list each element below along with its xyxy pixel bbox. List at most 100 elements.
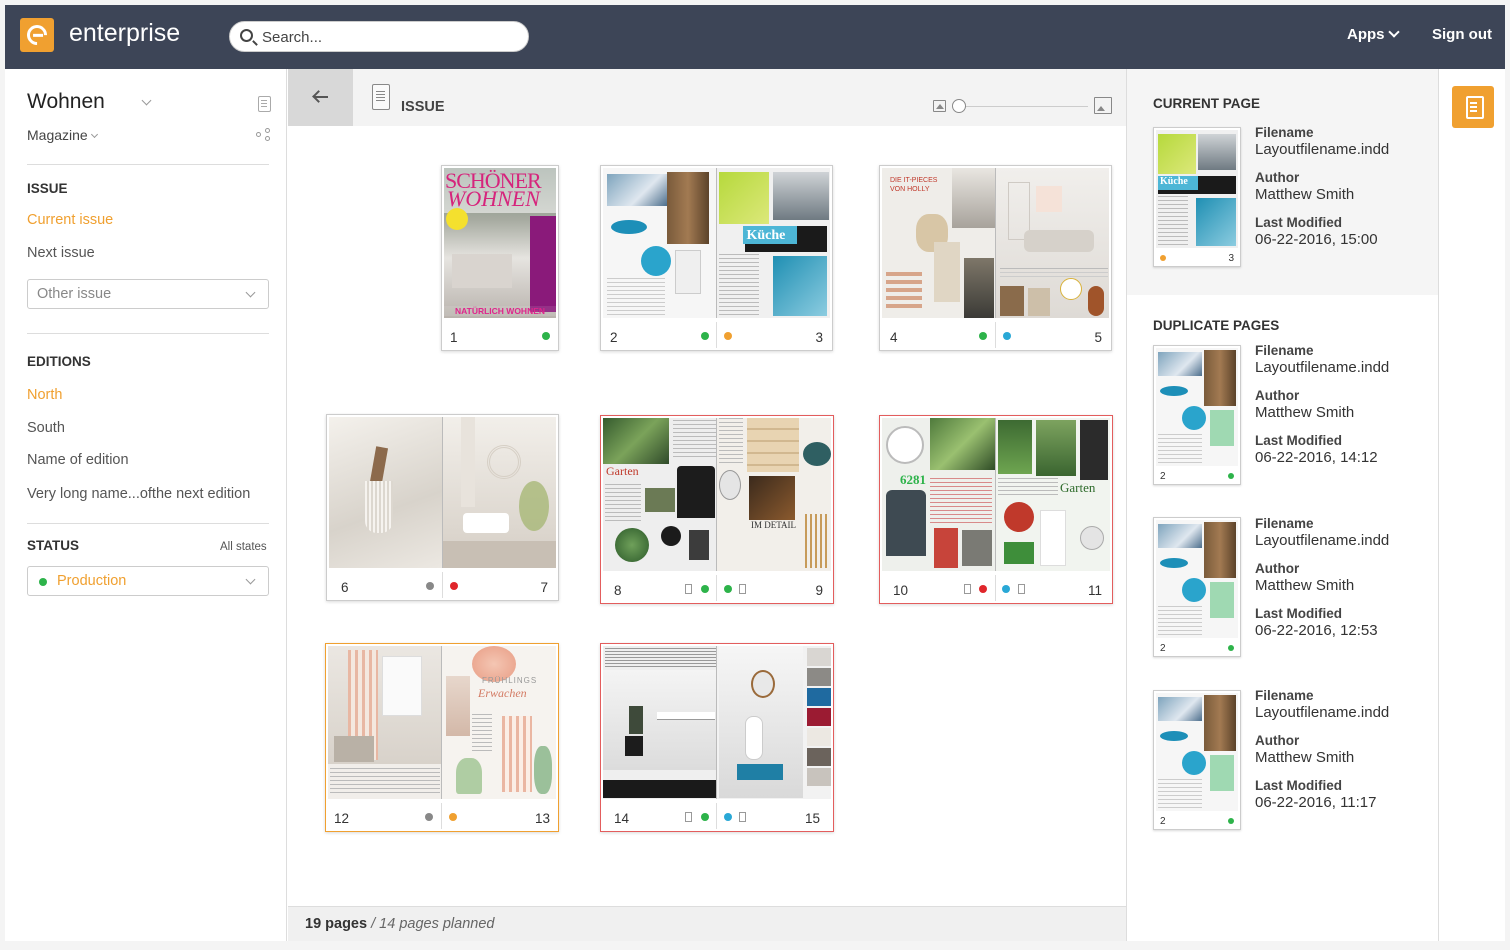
filename-value: Layoutfilename.indd xyxy=(1255,141,1390,158)
kueche-label: Küche xyxy=(1160,176,1188,187)
search-input[interactable] xyxy=(262,27,517,47)
duplicate-page-meta: Filename Layoutfilename.indd Author Matt… xyxy=(1255,688,1389,823)
overview-header: ISSUE xyxy=(288,69,1126,126)
left-sidebar: Wohnen Magazine ISSUE Current issue Next… xyxy=(5,69,287,941)
page-number: 2 xyxy=(1160,816,1166,827)
page-number: 5 xyxy=(1094,330,1102,345)
page-thumbnail xyxy=(329,417,556,568)
page-card-1[interactable]: SCHÖNER WOHNEN NATÜRLICH WOHNEN 1 xyxy=(441,165,559,351)
author-label: Author xyxy=(1255,733,1300,748)
all-states-link[interactable]: All states xyxy=(220,541,267,553)
page-card-6-7[interactable]: 6 7 xyxy=(326,414,559,601)
other-issue-select[interactable]: Other issue xyxy=(27,279,269,309)
page-count-planned: / 14 pages planned xyxy=(371,916,495,932)
filename-value: Layoutfilename.indd xyxy=(1255,359,1390,376)
page-card-8-9[interactable]: Garten IM DETAIL 8 9 xyxy=(600,415,834,604)
filename-value: Layoutfilename.indd xyxy=(1255,704,1390,721)
chevron-down-icon xyxy=(245,574,256,585)
search-box[interactable] xyxy=(229,21,529,52)
workflow-icon[interactable] xyxy=(256,128,272,142)
page-number: 11 xyxy=(1087,583,1102,598)
issue-document-icon xyxy=(372,84,390,110)
status-dot xyxy=(39,578,47,586)
modified-label: Last Modified xyxy=(1255,606,1342,621)
current-page-thumbnail[interactable]: Küche 3 xyxy=(1153,127,1241,267)
status-dot xyxy=(724,813,732,821)
zoom-slider-track[interactable] xyxy=(958,106,1088,107)
modified-value: 06-22-2016, 12:53 xyxy=(1255,622,1378,639)
author-value: Matthew Smith xyxy=(1255,186,1355,203)
issue-item-current[interactable]: Current issue xyxy=(27,212,113,228)
arrow-left-icon xyxy=(314,96,328,98)
chevron-down-icon[interactable] xyxy=(141,95,152,106)
apps-menu[interactable]: Apps xyxy=(1347,26,1400,43)
document-icon xyxy=(1018,584,1025,594)
kueche-label: Küche xyxy=(746,228,786,243)
other-issue-placeholder: Other issue xyxy=(37,286,112,302)
right-toolbar xyxy=(1438,69,1505,941)
status-dot xyxy=(724,332,732,340)
fruehlings-label: FRÜHLINGS xyxy=(482,676,538,685)
publication-type-label: Magazine xyxy=(27,127,88,143)
large-image-icon[interactable] xyxy=(1094,97,1112,114)
issue-item-next[interactable]: Next issue xyxy=(27,245,95,261)
page-details-panel: CURRENT PAGE Küche 3 Filename Layoutfile… xyxy=(1126,69,1439,941)
duplicate-page-thumbnail[interactable]: 2 xyxy=(1153,517,1241,657)
page-card-10-11[interactable]: 6281 Garten 10 11 xyxy=(879,415,1113,604)
filename-label: Filename xyxy=(1255,516,1314,531)
page-card-2-3[interactable]: Küche 2 3 xyxy=(600,165,833,351)
page-card-12-13[interactable]: FRÜHLINGS Erwachen 12 13 xyxy=(325,643,559,832)
small-image-icon[interactable] xyxy=(933,100,946,112)
page-number: 4 xyxy=(890,330,898,345)
status-dot xyxy=(542,332,550,340)
brand-name: enterprise xyxy=(69,19,181,47)
pages-panel-button[interactable] xyxy=(1452,86,1494,128)
status-dot xyxy=(701,332,709,340)
back-button[interactable] xyxy=(288,69,353,126)
page-number: 12 xyxy=(334,811,350,826)
modified-label: Last Modified xyxy=(1255,433,1342,448)
edition-item-north[interactable]: North xyxy=(27,387,62,403)
overview-footer: 19 pages / 14 pages planned xyxy=(288,906,1126,941)
page-number: 14 xyxy=(614,811,630,826)
page-card-14-15[interactable]: 14 15 xyxy=(600,643,834,832)
enterprise-logo-icon[interactable] xyxy=(20,18,54,52)
status-dot xyxy=(701,813,709,821)
page-thumbnail: 6281 Garten xyxy=(882,418,1110,571)
divider xyxy=(27,164,269,165)
zoom-slider-handle[interactable] xyxy=(952,99,966,113)
duplicate-page-meta: Filename Layoutfilename.indd Author Matt… xyxy=(1255,516,1389,651)
edition-item-south[interactable]: South xyxy=(27,420,65,436)
edition-item-long[interactable]: Very long name...ofthe next edition xyxy=(27,486,250,502)
page-number: 2 xyxy=(1160,643,1166,654)
status-dot xyxy=(449,813,457,821)
page-number: 6 xyxy=(341,580,349,595)
duplicate-page-thumbnail[interactable]: 2 xyxy=(1153,690,1241,830)
status-dot xyxy=(1228,818,1234,824)
page-number: 9 xyxy=(815,583,823,598)
divider xyxy=(27,333,269,334)
chevron-down-icon xyxy=(90,130,98,139)
page-number: 8 xyxy=(614,583,622,598)
status-dot xyxy=(979,585,987,593)
modified-value: 06-22-2016, 14:12 xyxy=(1255,449,1378,466)
issue-header-label: ISSUE xyxy=(401,99,445,115)
edition-item-name[interactable]: Name of edition xyxy=(27,452,129,468)
page-number: 13 xyxy=(534,811,550,826)
divider xyxy=(27,523,269,524)
top-bar: enterprise Apps Sign out xyxy=(5,5,1505,69)
search-icon xyxy=(240,29,253,42)
document-icon xyxy=(685,584,692,594)
status-select[interactable]: Production xyxy=(27,566,269,596)
document-icon[interactable] xyxy=(258,96,271,112)
duplicate-page-thumbnail[interactable]: 2 xyxy=(1153,345,1241,485)
status-dot xyxy=(1228,473,1234,479)
current-page-section: CURRENT PAGE Küche 3 Filename Layoutfile… xyxy=(1127,69,1439,295)
status-section-title: STATUS xyxy=(27,538,79,553)
modified-value: 06-22-2016, 11:17 xyxy=(1255,794,1377,811)
sign-out-link[interactable]: Sign out xyxy=(1432,26,1492,43)
page-card-4-5[interactable]: DIE IT-PIECES VON HOLLY 4 5 xyxy=(879,165,1112,351)
publication-title[interactable]: Wohnen xyxy=(27,90,105,114)
publication-type[interactable]: Magazine xyxy=(27,127,98,143)
document-icon xyxy=(685,812,692,822)
